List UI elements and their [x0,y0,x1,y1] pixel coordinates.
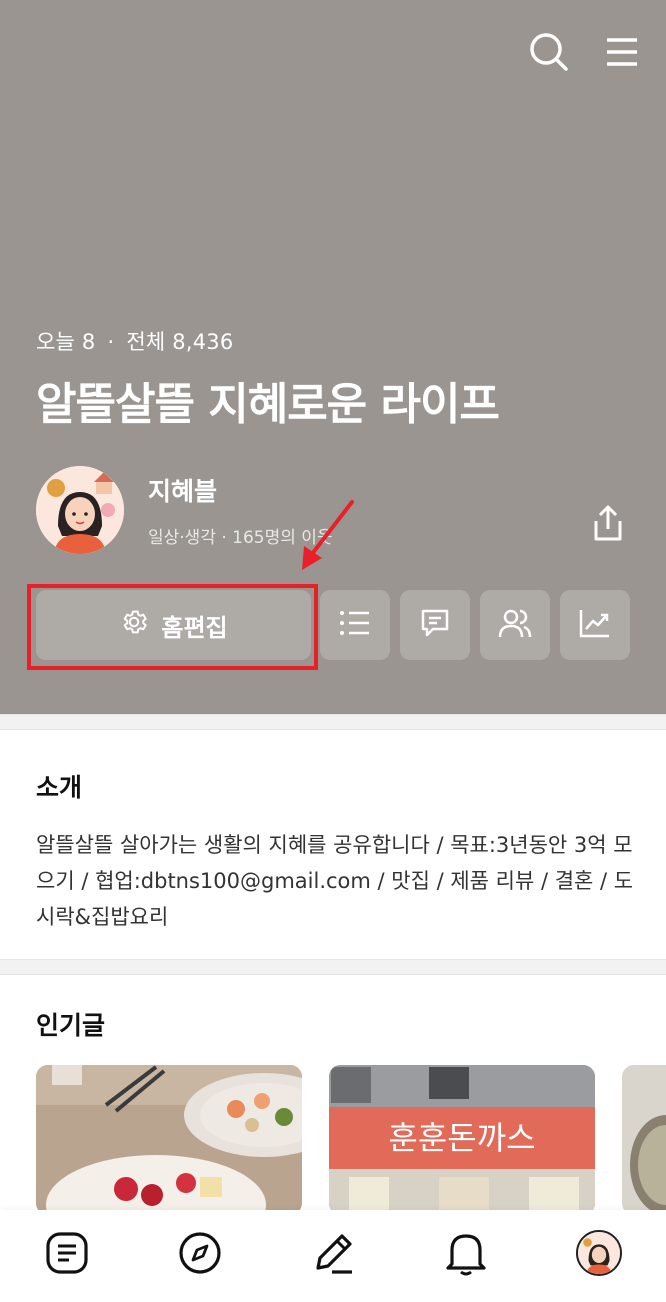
post-thumbnail [36,1065,302,1215]
statistics-button[interactable] [560,590,630,660]
write-icon [316,1234,352,1274]
list-icon [339,609,371,641]
guestbook-button[interactable] [400,590,470,660]
profile-avatar [576,1230,623,1276]
visitor-stats: 오늘 8 · 전체 8,436 [36,326,233,356]
compass-icon [179,1232,221,1274]
bottom-tab-bar [0,1210,666,1302]
intro-text: 알뜰살뜰 살아가는 생활의 지혜를 공유합니다 / 목표:3년동안 3억 모으기… [36,833,634,929]
profile-avatar[interactable] [36,466,124,554]
section-divider [0,714,666,730]
feed-tab[interactable] [37,1223,97,1283]
post-list-button[interactable] [320,590,390,660]
neighbors-icon [498,607,532,643]
highlight-annotation [27,584,318,670]
feed-icon [45,1232,88,1274]
owner-name[interactable]: 지혜블 [148,472,217,508]
intro-title: 소개 [36,773,83,802]
neighbors-button[interactable] [480,590,550,660]
profile-tab[interactable] [569,1223,629,1283]
explore-tab[interactable] [170,1223,230,1283]
popular-post-card[interactable] [622,1065,666,1215]
arrow-annotation [302,500,354,570]
bell-icon [446,1234,486,1276]
stats-today: 오늘 8 [36,330,96,354]
write-tab[interactable] [303,1223,363,1283]
blog-header: 오늘 8 · 전체 8,436 알뜰살뜰 지혜로운 라이프 지혜블 일상·생각 · … [0,0,666,714]
stats-total: 전체 8,436 [126,330,234,354]
search-icon[interactable] [527,30,571,74]
share-icon[interactable] [586,500,630,546]
comment-icon [419,607,451,643]
sign-text: 훈훈돈까스 [388,1119,535,1157]
section-divider [0,959,666,975]
stats-separator: · [107,330,115,354]
menu-icon[interactable] [600,30,644,74]
stats-icon [578,607,612,643]
post-thumbnail: 훈훈돈까스 [329,1065,595,1215]
popular-post-card[interactable]: 훈훈돈까스 [329,1065,595,1215]
notifications-tab[interactable] [436,1223,496,1283]
blog-title: 알뜰살뜰 지혜로운 라이프 [36,379,500,430]
popular-post-card[interactable] [36,1065,302,1215]
post-thumbnail [622,1065,666,1215]
popular-title: 인기글 [36,1011,106,1040]
